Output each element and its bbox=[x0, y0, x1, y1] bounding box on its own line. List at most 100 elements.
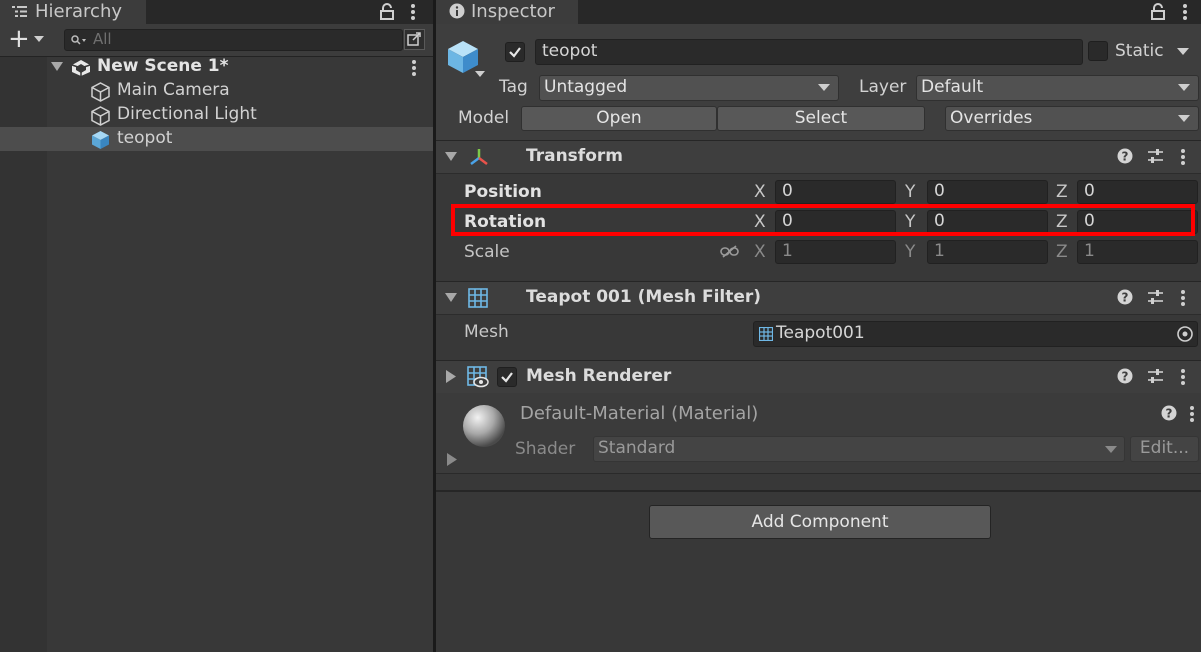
position-label: Position bbox=[464, 182, 542, 202]
active-checkbox[interactable] bbox=[505, 42, 525, 62]
lock-icon[interactable] bbox=[380, 3, 394, 20]
presets-icon[interactable] bbox=[1147, 368, 1164, 384]
object-name-value: teopot bbox=[542, 41, 598, 61]
axis-x-label[interactable]: X bbox=[754, 212, 766, 232]
help-icon[interactable]: ? bbox=[1117, 148, 1133, 164]
static-checkbox[interactable] bbox=[1088, 41, 1108, 61]
position-y-field[interactable]: 0 bbox=[927, 180, 1048, 204]
scale-row: Scale X 1 Y 1 Z 1 bbox=[436, 236, 1201, 266]
rotation-z-field[interactable]: 0 bbox=[1077, 210, 1198, 234]
hierarchy-search-field[interactable]: All bbox=[64, 29, 403, 51]
tab-hierarchy[interactable]: Hierarchy bbox=[0, 0, 146, 24]
axis-x-label[interactable]: X bbox=[754, 242, 766, 262]
material-sphere-icon[interactable] bbox=[461, 403, 507, 449]
rotation-x-field[interactable]: 0 bbox=[775, 210, 896, 234]
tab-inspector[interactable]: Inspector bbox=[436, 0, 578, 24]
scale-x-field[interactable]: 1 bbox=[775, 240, 896, 264]
hierarchy-item-teopot[interactable]: teopot bbox=[0, 127, 433, 151]
add-component-button[interactable]: Add Component bbox=[649, 505, 991, 539]
component-menu-icon[interactable] bbox=[1181, 148, 1185, 165]
foldout-expanded-icon[interactable] bbox=[445, 293, 457, 303]
prefab-icon[interactable] bbox=[446, 39, 480, 75]
tab-hierarchy-label: Hierarchy bbox=[35, 1, 123, 22]
help-icon[interactable]: ? bbox=[1117, 289, 1133, 305]
layer-dropdown[interactable]: Default bbox=[916, 75, 1199, 101]
object-name-field[interactable]: teopot bbox=[535, 39, 1083, 65]
component-menu-icon[interactable] bbox=[1181, 368, 1185, 385]
checkmark-icon bbox=[509, 47, 521, 58]
material-menu-icon[interactable] bbox=[1190, 405, 1194, 422]
mesh-renderer-enabled-checkbox[interactable] bbox=[497, 367, 517, 387]
axis-z-label[interactable]: Z bbox=[1056, 242, 1068, 262]
add-button[interactable]: + bbox=[8, 24, 30, 54]
foldout-expanded-icon[interactable] bbox=[445, 152, 457, 162]
rotation-y-value: 0 bbox=[934, 211, 945, 231]
foldout-collapsed-icon[interactable] bbox=[446, 370, 456, 383]
shader-dropdown[interactable]: Standard bbox=[593, 436, 1125, 462]
axis-x-label[interactable]: X bbox=[754, 182, 766, 202]
model-label: Model bbox=[458, 108, 510, 128]
svg-text:?: ? bbox=[1122, 291, 1129, 305]
presets-icon[interactable] bbox=[1147, 289, 1164, 305]
more-menu-icon[interactable] bbox=[411, 3, 415, 20]
position-x-field[interactable]: 0 bbox=[775, 180, 896, 204]
layer-value: Default bbox=[921, 77, 984, 97]
axis-z-label[interactable]: Z bbox=[1056, 182, 1068, 202]
svg-text:?: ? bbox=[1122, 150, 1129, 164]
scale-y-field[interactable]: 1 bbox=[927, 240, 1048, 264]
mesh-renderer-header[interactable]: Mesh Renderer ? bbox=[436, 360, 1201, 394]
static-dropdown-arrow-icon[interactable] bbox=[1177, 48, 1189, 55]
transform-title: Transform bbox=[526, 146, 623, 166]
mesh-object-field[interactable]: Teapot001 bbox=[753, 321, 1198, 347]
lock-icon[interactable] bbox=[1151, 3, 1165, 20]
scene-row[interactable]: New Scene 1* bbox=[0, 55, 433, 79]
transform-icon bbox=[469, 147, 489, 167]
select-button[interactable]: Select bbox=[717, 106, 925, 131]
mesh-filter-title: Teapot 001 (Mesh Filter) bbox=[526, 287, 762, 307]
axis-y-label[interactable]: Y bbox=[905, 182, 915, 202]
tag-dropdown[interactable]: Untagged bbox=[539, 75, 839, 101]
presets-icon[interactable] bbox=[1147, 148, 1164, 164]
component-menu-icon[interactable] bbox=[1181, 289, 1185, 306]
shader-edit-button[interactable]: Edit... bbox=[1130, 436, 1199, 462]
axis-y-label[interactable]: Y bbox=[905, 212, 915, 232]
overrides-dropdown[interactable]: Overrides bbox=[945, 106, 1199, 131]
transform-header[interactable]: Transform ? bbox=[436, 140, 1201, 174]
hierarchy-item-main-camera[interactable]: Main Camera bbox=[0, 79, 433, 103]
chevron-down-icon bbox=[818, 84, 830, 91]
tag-value: Untagged bbox=[544, 77, 628, 97]
icon-dropdown-arrow-icon[interactable] bbox=[475, 71, 485, 77]
hierarchy-item-directional-light[interactable]: Directional Light bbox=[0, 103, 433, 127]
rotation-z-value: 0 bbox=[1084, 211, 1095, 231]
scale-z-value: 1 bbox=[1084, 241, 1095, 261]
position-row: Position X 0 Y 0 Z 0 bbox=[436, 176, 1201, 206]
link-icon[interactable] bbox=[720, 245, 739, 258]
shader-label: Shader bbox=[515, 439, 576, 459]
add-dropdown-arrow-icon[interactable] bbox=[34, 36, 44, 42]
svg-text:?: ? bbox=[1166, 407, 1173, 421]
help-icon[interactable]: ? bbox=[1117, 368, 1133, 384]
open-button[interactable]: Open bbox=[521, 106, 717, 131]
mesh-filter-header[interactable]: Teapot 001 (Mesh Filter) ? bbox=[436, 281, 1201, 315]
help-icon[interactable]: ? bbox=[1161, 405, 1177, 421]
select-button-label: Select bbox=[794, 108, 848, 128]
mesh-renderer-title: Mesh Renderer bbox=[526, 366, 672, 386]
open-button-label: Open bbox=[596, 108, 642, 128]
unity-scene-icon bbox=[71, 59, 91, 77]
material-foldout-icon[interactable] bbox=[447, 453, 457, 466]
scene-foldout-icon[interactable] bbox=[51, 62, 63, 72]
more-menu-icon[interactable] bbox=[1183, 3, 1187, 20]
chevron-down-icon bbox=[1178, 84, 1190, 91]
expand-search-icon[interactable] bbox=[404, 29, 425, 50]
scene-more-icon[interactable] bbox=[412, 59, 416, 76]
scale-z-field[interactable]: 1 bbox=[1077, 240, 1198, 264]
rotation-y-field[interactable]: 0 bbox=[927, 210, 1048, 234]
axis-y-label[interactable]: Y bbox=[905, 242, 915, 262]
hierarchy-item-label: Directional Light bbox=[117, 104, 257, 124]
object-picker-icon[interactable] bbox=[1176, 325, 1194, 343]
position-z-field[interactable]: 0 bbox=[1077, 180, 1198, 204]
chevron-down-icon bbox=[1178, 115, 1190, 122]
axis-z-label[interactable]: Z bbox=[1056, 212, 1068, 232]
shader-value: Standard bbox=[598, 438, 676, 458]
list-icon bbox=[12, 5, 27, 18]
